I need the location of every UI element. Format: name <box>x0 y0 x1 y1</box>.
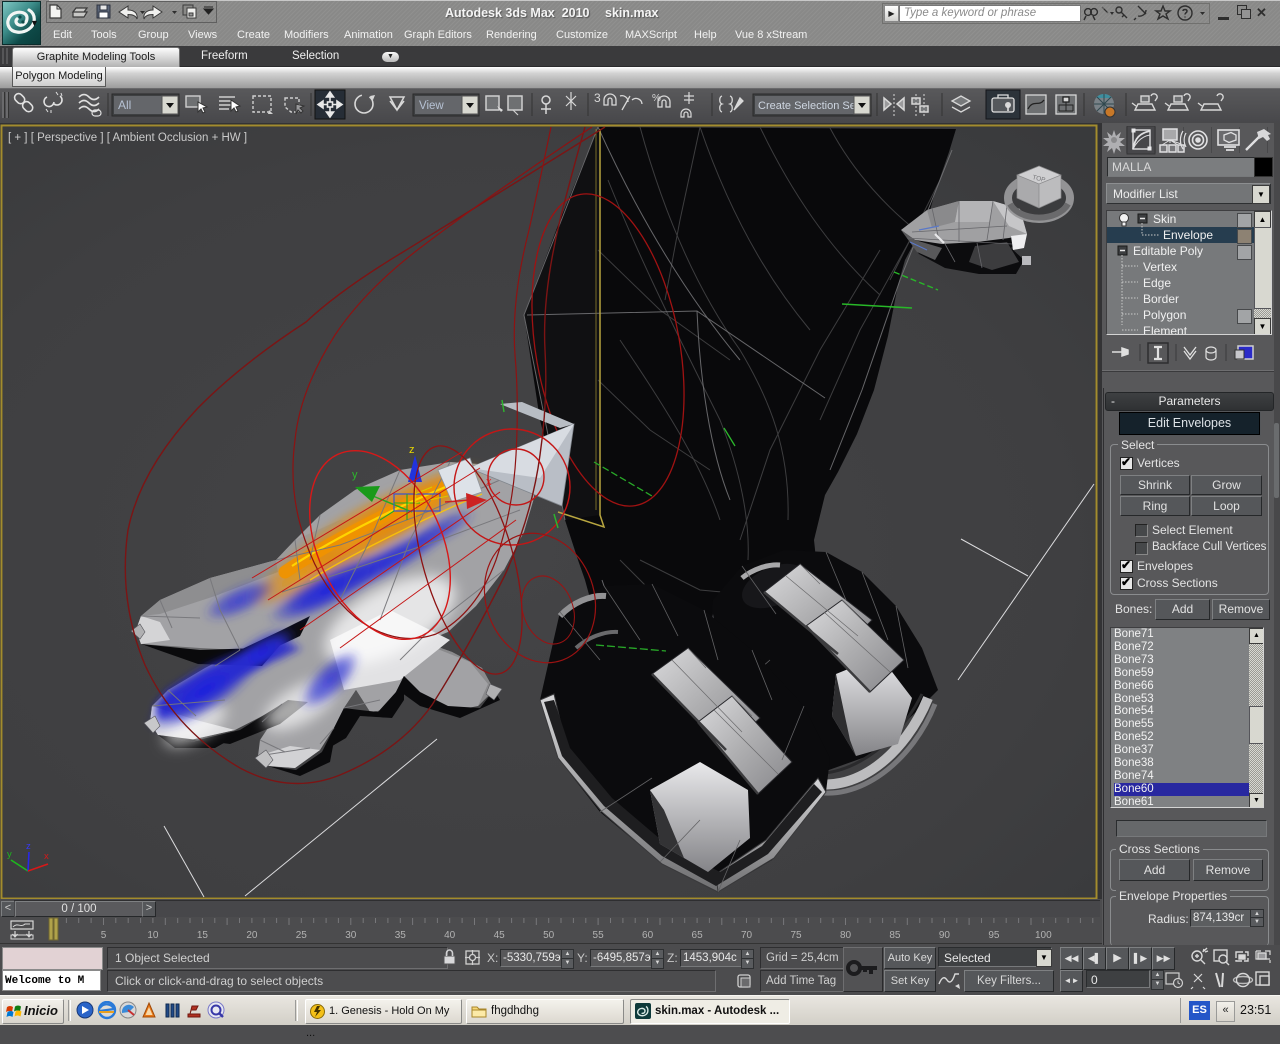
svg-text:[ + ] [ Perspective ] [ Ambien: [ + ] [ Perspective ] [ Ambient Occlusio… <box>8 132 247 144</box>
svg-text:10: 10 <box>147 930 159 941</box>
svg-text:z: z <box>26 841 31 852</box>
svg-text:z: z <box>409 444 415 456</box>
svg-text:3: 3 <box>594 91 601 105</box>
svg-text:95: 95 <box>988 930 1000 941</box>
svg-text:x: x <box>44 851 49 862</box>
svg-text:85: 85 <box>889 930 901 941</box>
svg-text:15: 15 <box>197 930 209 941</box>
svg-text:20: 20 <box>246 930 258 941</box>
svg-text:90: 90 <box>939 930 951 941</box>
svg-text:70: 70 <box>741 930 753 941</box>
svg-text:25: 25 <box>296 930 308 941</box>
svg-text:55: 55 <box>593 930 605 941</box>
svg-text:35: 35 <box>395 930 407 941</box>
svg-text:y: y <box>7 849 12 860</box>
svg-text:80: 80 <box>840 930 852 941</box>
svg-text:All: All <box>118 98 131 112</box>
svg-text:40: 40 <box>444 930 456 941</box>
svg-text:65: 65 <box>692 930 704 941</box>
svg-text:Create Selection Se: Create Selection Se <box>758 100 856 112</box>
svg-text:50: 50 <box>543 930 555 941</box>
svg-text:View: View <box>419 100 444 112</box>
svg-text:30: 30 <box>345 930 357 941</box>
svg-text:60: 60 <box>642 930 654 941</box>
svg-text:5: 5 <box>101 930 107 941</box>
svg-text:y: y <box>352 469 358 481</box>
svg-text:100: 100 <box>1035 930 1052 941</box>
svg-text:75: 75 <box>790 930 802 941</box>
svg-text:45: 45 <box>494 930 506 941</box>
